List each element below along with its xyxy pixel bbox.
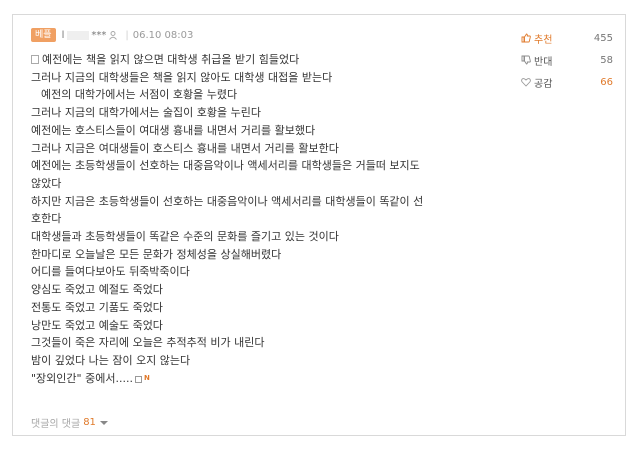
comment-date: 06.10 08:03 — [132, 29, 194, 41]
header-separator: | — [125, 29, 129, 41]
comment-line: 예전에는 책을 읽지 않으면 대학생 취급을 받기 힘들었다 — [31, 51, 511, 69]
comment-line: 예전의 대학가에서는 서점이 호황을 누렸다 — [41, 88, 238, 102]
empathy-count: 66 — [600, 76, 613, 88]
comment-card: 베플 l *** | 06.10 08:03 예전에는 책을 읽지 않으면 대학… — [12, 14, 626, 436]
reply-label: 댓글의 댓글 — [31, 419, 81, 430]
recommend-button[interactable]: 추천 455 — [521, 27, 613, 49]
recommend-label: 추천 — [534, 34, 553, 46]
nickname[interactable]: l — [62, 30, 65, 41]
thumb-down-icon — [521, 55, 531, 65]
nickname-mask — [67, 30, 90, 40]
comment-line: 낭만도 죽었고 예술도 죽었다 — [31, 318, 163, 332]
oppose-label: 반대 — [534, 56, 553, 68]
reply-count: 81 — [83, 417, 96, 428]
comment-line: 예전에는 호스티스들이 여대생 흉내를 내면서 거리를 활보했다 — [31, 123, 316, 137]
thumb-up-icon — [521, 33, 531, 43]
comment-line: 그러나 지금의 대학가에서는 술집이 호황을 누린다 — [31, 106, 262, 120]
comment-line: 한마디로 오늘날은 모든 문화가 정체성을 상실해버렸다 — [31, 247, 282, 261]
user-icon[interactable] — [109, 30, 118, 40]
inline-icons: N — [134, 370, 150, 388]
person-icon — [134, 375, 142, 383]
comment-line: 그것들이 죽은 자리에 오늘은 추적추적 비가 내린다 — [31, 336, 265, 350]
comment-line: 밤이 깊었다 나는 잠이 오지 않는다 — [31, 353, 191, 367]
reply-toggle[interactable]: 댓글의 댓글 81 — [31, 415, 108, 430]
comment-header: 베플 l *** | 06.10 08:03 — [31, 27, 193, 43]
vote-panel: 추천 455 반대 58 공감 66 — [521, 27, 613, 93]
best-badge: 베플 — [31, 28, 56, 42]
comment-line: 전통도 죽었고 기품도 죽었다 — [31, 300, 163, 314]
comment-line: 어디를 들여다보아도 뒤죽박죽이다 — [31, 265, 190, 279]
comment-line: 양심도 죽었고 예절도 죽었다 — [31, 283, 163, 297]
comment-line: 그러나 지금은 여대생들이 호스티스 흉내를 내면서 거리를 활보한다 — [31, 141, 339, 155]
recommend-count: 455 — [593, 32, 613, 44]
comment-line: 호한다 — [31, 212, 62, 226]
comment-body: 예전에는 책을 읽지 않으면 대학생 취급을 받기 힘들었다 그러나 지금의 대… — [31, 51, 511, 388]
oppose-count: 58 — [600, 54, 613, 66]
new-mark: N — [143, 374, 150, 383]
comment-line: 하지만 지금은 초등학생들이 선호하는 대중음악이나 액세서리를 대학생들이 똑… — [31, 194, 424, 208]
heart-icon — [521, 78, 531, 87]
comment-line: 대학생들과 초등학생들이 똑같은 수준의 문화를 즐기고 있는 것이다 — [31, 230, 339, 244]
comment-line: "장외인간" 중에서..... N — [31, 370, 511, 388]
comment-line: 않았다 — [31, 176, 62, 190]
chevron-down-icon — [99, 420, 108, 425]
nickname-masked-suffix: *** — [91, 29, 107, 41]
oppose-button[interactable]: 반대 58 — [521, 49, 613, 71]
empathy-label: 공감 — [534, 78, 553, 90]
comment-line: 그러나 지금의 대학생들은 책을 읽지 않아도 대학생 대접을 받는다 — [31, 70, 333, 84]
empathy-button[interactable]: 공감 66 — [521, 71, 613, 93]
document-icon — [31, 55, 39, 64]
comment-line: 예전에는 초등학생들이 선호하는 대중음악이나 액세서리를 대학생들은 거들떠 … — [31, 159, 420, 173]
